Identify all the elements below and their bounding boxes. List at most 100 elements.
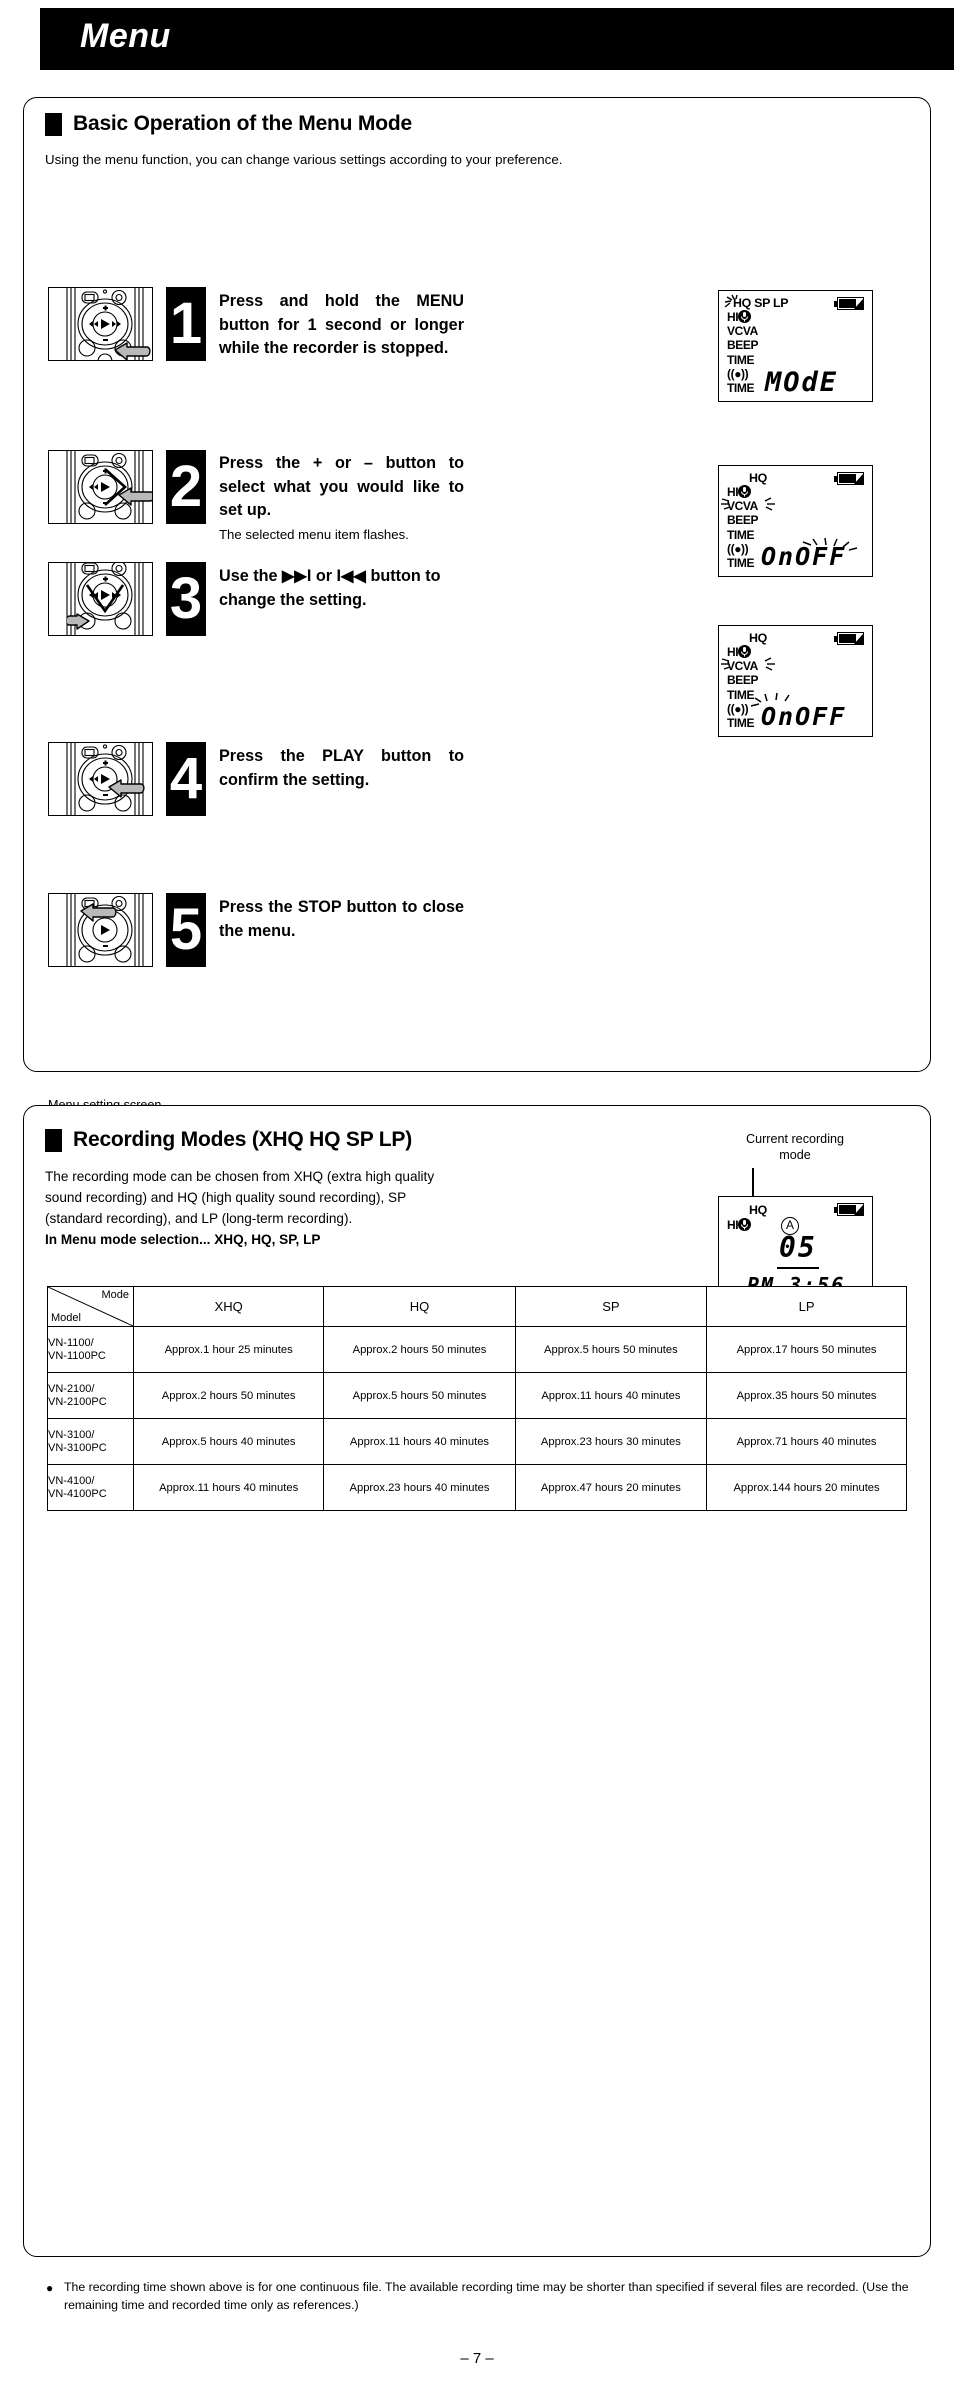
table-row: VN-1100/ VN-1100PC Approx.1 hour 25 minu… [47, 1326, 907, 1373]
table-cell-4-xhq: Approx.11 hours 40 minutes [132, 1464, 325, 1511]
recording-time-table: Mode Model XHQ HQ SP LP VN-1100/ VN-1100… [47, 1286, 907, 1511]
table-cell-4-lp: Approx.144 hours 20 minutes [706, 1464, 907, 1511]
lcd1-time2-row: TIME [727, 381, 755, 396]
section-marker-icon [45, 1128, 62, 1152]
lcd-screen-step2: HQ HI VCVA BEEP TIME ((●)) TIME OnOFF [718, 465, 873, 577]
step-1-text: Press and hold the MENU button for 1 sec… [219, 292, 464, 357]
table-row: VN-4100/ VN-4100PC Approx.11 hours 40 mi… [47, 1464, 907, 1511]
pointing-hand-icon [80, 903, 117, 922]
step-2-text: Press the + or – button to select what y… [219, 454, 464, 519]
current-lcd-hi-row: HI [727, 1218, 752, 1232]
footnote-bullet: ● [46, 2281, 54, 2295]
microphone-icon [738, 1218, 752, 1231]
lcd2-mode-row: HQ [749, 471, 767, 485]
table-cell-4-hq: Approx.23 hours 40 minutes [323, 1464, 516, 1511]
step-3-text: Use the ▶▶I or I◀◀ button to change the … [219, 567, 441, 609]
battery-icon [834, 472, 864, 485]
leader-line-current-mode [752, 1168, 754, 1197]
flash-rays-icon [750, 692, 790, 707]
table-col-xhq: XHQ [132, 1286, 325, 1327]
table-cell-2-lp: Approx.35 hours 50 minutes [706, 1372, 907, 1419]
step-3-device-illustration [48, 562, 153, 636]
table-col-hq: HQ [323, 1286, 516, 1327]
current-recording-mode-label: Current recording mode [746, 1132, 844, 1162]
current-lcd-file-number: 05 [779, 1231, 817, 1264]
battery-icon [834, 1203, 864, 1216]
current-lcd-underline [777, 1267, 819, 1270]
table-cell-3-hq: Approx.11 hours 40 minutes [323, 1418, 516, 1465]
step-4-device-illustration [48, 742, 153, 816]
table-cell-3-lp: Approx.71 hours 40 minutes [706, 1418, 907, 1465]
lcd1-beep-row: BEEP [727, 338, 759, 353]
flash-rays-icon [721, 657, 775, 671]
battery-icon [834, 632, 864, 645]
lcd-screen-current-mode: HQ HI A 05 PM 3:56 [718, 1196, 873, 1297]
flash-rays-icon [724, 294, 738, 308]
pointing-hand-icon [67, 613, 90, 630]
basic-operation-intro: Using the menu function, you can change … [45, 152, 563, 167]
step-4-text: Press the PLAY button to confirm the set… [219, 747, 464, 789]
pointing-hand-icon [108, 779, 145, 798]
page-title: Menu [80, 17, 171, 55]
table-cell-2-xhq: Approx.2 hours 50 minutes [132, 1372, 325, 1419]
lcd1-hi-row: HI [727, 310, 758, 324]
step-2-number: 2 [166, 450, 206, 524]
step-2-subtext: The selected menu item flashes. [219, 527, 409, 542]
table-model-3: VN-3100/ VN-3100PC [47, 1418, 134, 1465]
table-footnote: The recording time shown above is for on… [64, 2280, 909, 2312]
table-corner-mode-label: Mode [101, 1289, 129, 1301]
lcd1-vcva-row: VCVA [727, 324, 758, 339]
recording-modes-body: The recording mode can be chosen from XH… [45, 1169, 435, 1226]
step-2-device-illustration [48, 450, 153, 524]
table-row: VN-3100/ VN-3100PC Approx.5 hours 40 min… [47, 1418, 907, 1465]
step-1-number: 1 [166, 287, 206, 361]
lcd2-time-row: TIME [727, 527, 755, 542]
recording-modes-heading-text: Recording Modes (XHQ HQ SP LP) [73, 1128, 412, 1151]
table-corner-model-label: Model [51, 1312, 81, 1324]
step-5-device-illustration [48, 893, 153, 967]
page-number: – 7 – [460, 2350, 494, 2367]
microphone-icon [738, 310, 752, 323]
lcd2-time2-row: TIME [727, 556, 755, 571]
flash-rays-icon [721, 497, 775, 511]
step-1-device-illustration [48, 287, 153, 361]
basic-operation-panel [23, 97, 931, 1072]
table-model-1: VN-1100/ VN-1100PC [47, 1326, 134, 1373]
basic-operation-heading-text: Basic Operation of the Menu Mode [73, 112, 412, 135]
current-lcd-mode: HQ [749, 1203, 767, 1217]
recording-modes-heading: Recording Modes (XHQ HQ SP LP) [45, 1128, 412, 1152]
lcd3-mode-row: HQ [749, 631, 767, 645]
table-cell-3-sp: Approx.23 hours 30 minutes [514, 1418, 708, 1465]
recording-modes-bold-line: In Menu mode selection... XHQ, HQ, SP, L… [45, 1232, 321, 1247]
table-cell-1-xhq: Approx.1 hour 25 minutes [132, 1326, 325, 1373]
battery-icon [834, 297, 864, 310]
page-header-banner [40, 8, 954, 70]
lcd1-segment-display: MOdE [765, 367, 839, 398]
lcd1-mode-row: HQ SP LP [733, 296, 789, 310]
table-cell-1-lp: Approx.17 hours 50 minutes [706, 1326, 907, 1373]
step-3-number: 3 [166, 562, 206, 636]
flash-rays-icon [802, 537, 858, 551]
table-row: VN-2100/ VN-2100PC Approx.2 hours 50 min… [47, 1372, 907, 1419]
table-col-lp: LP [706, 1286, 907, 1327]
table-cell-1-sp: Approx.5 hours 50 minutes [514, 1326, 708, 1373]
table-cell-4-sp: Approx.47 hours 20 minutes [514, 1464, 708, 1511]
basic-operation-heading: Basic Operation of the Menu Mode [45, 112, 412, 136]
lcd2-alarm-row: ((●)) [727, 541, 749, 556]
table-header-row: Mode Model XHQ HQ SP LP [47, 1286, 907, 1327]
table-model-2: VN-2100/ VN-2100PC [47, 1372, 134, 1419]
table-model-4: VN-4100/ VN-4100PC [47, 1464, 134, 1511]
table-cell-3-xhq: Approx.5 hours 40 minutes [132, 1418, 325, 1465]
section-marker-icon [45, 112, 62, 136]
pointing-hand-icon [114, 342, 151, 360]
lcd1-alarm-row: ((●)) [727, 366, 749, 381]
table-cell-1-hq: Approx.2 hours 50 minutes [323, 1326, 516, 1373]
step-5-text: Press the STOP button to close the menu. [219, 898, 464, 940]
pointing-hand-icon [118, 487, 152, 506]
lcd1-time-row: TIME [727, 352, 755, 367]
lcd-screen-step3: HQ HI VCVA BEEP TIME ((●)) TIME OnOFF [718, 625, 873, 737]
lcd-screen-step1: HQ SP LP HI VCVA BEEP TIME ((●)) TIME MO… [718, 290, 873, 402]
table-cell-2-hq: Approx.5 hours 50 minutes [323, 1372, 516, 1419]
step-4-number: 4 [166, 742, 206, 816]
step-5-number: 5 [166, 893, 206, 967]
